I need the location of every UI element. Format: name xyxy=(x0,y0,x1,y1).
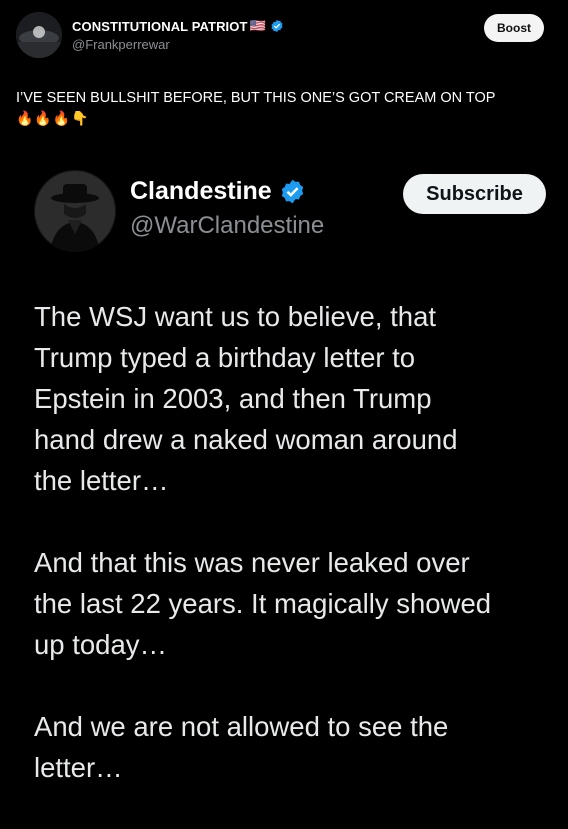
outer-post-header: CONSTITUTIONAL PATRIOT 🇺🇸 @Frankperrewar … xyxy=(0,0,568,70)
embedded-author-name[interactable]: Clandestine xyxy=(130,177,306,206)
tweet-paragraph: And we are not allowed to see the letter… xyxy=(34,711,449,783)
outer-post-emojis: 🔥🔥🔥👇 xyxy=(16,110,90,126)
subscribe-button[interactable]: Subscribe xyxy=(403,174,546,214)
embedded-tweet-image[interactable]: Clandestine @WarClandestine Subscribe Th… xyxy=(0,150,568,795)
flag-icon: 🇺🇸 xyxy=(249,18,266,33)
embedded-author-name-text: Clandestine xyxy=(130,177,272,205)
outer-author-handle[interactable]: @Frankperrewar xyxy=(72,37,170,52)
boost-button[interactable]: Boost xyxy=(484,14,544,42)
tweet-paragraph: And that this was never leaked over the … xyxy=(34,547,492,660)
outer-post-text: I’VE SEEN BULLSHIT BEFORE, BUT THIS ONE’… xyxy=(16,90,496,106)
embedded-author-avatar[interactable] xyxy=(34,170,116,252)
outer-author-name-text: CONSTITUTIONAL PATRIOT xyxy=(72,18,248,34)
embedded-author-handle[interactable]: @WarClandestine xyxy=(130,212,324,240)
outer-author-avatar[interactable] xyxy=(16,12,62,58)
tweet-paragraph: The WSJ want us to believe, that Trump t… xyxy=(34,301,458,496)
verified-badge-icon xyxy=(281,179,303,204)
verified-badge-icon xyxy=(271,19,283,33)
outer-author-name[interactable]: CONSTITUTIONAL PATRIOT 🇺🇸 xyxy=(72,18,284,34)
embedded-tweet-body: The WSJ want us to believe, that Trump t… xyxy=(34,296,554,829)
